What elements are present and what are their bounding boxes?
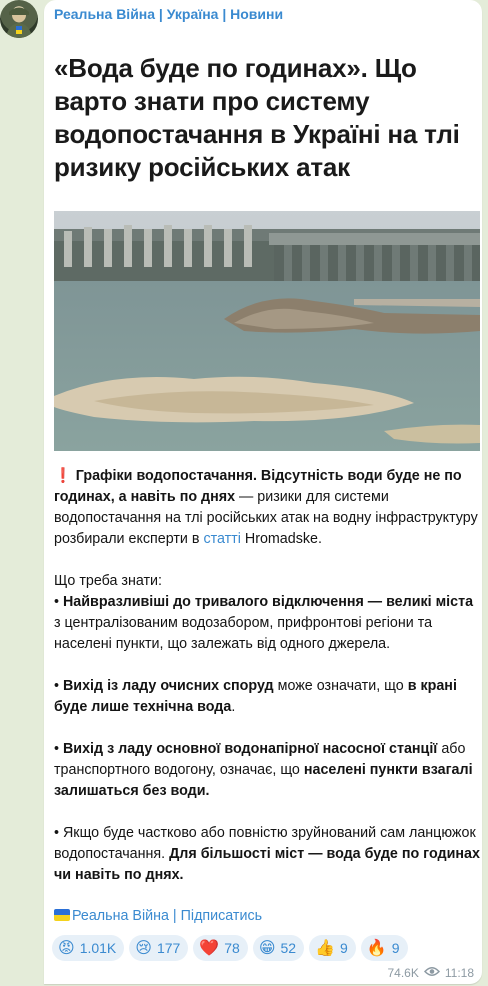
subscribe-link[interactable]: Реальна Війна | Підписатись xyxy=(72,908,262,924)
channel-avatar[interactable] xyxy=(0,0,38,38)
intro-paragraph: ❗️ Графіки водопостачання. Відсутність в… xyxy=(54,466,480,550)
bullet-marker: • xyxy=(54,594,63,610)
bullet-bold: Найвразливіші до тривалого відключення —… xyxy=(62,594,474,610)
bullet-bold: Вихід з ладу основної водонапірної насос… xyxy=(62,741,438,757)
bullet-text: . xyxy=(231,699,236,715)
thumbs-up-icon: 👍 xyxy=(315,938,336,957)
intro-source: Hromadske. xyxy=(240,531,322,547)
reaction-count: 52 xyxy=(280,940,297,956)
bullet-text: з централізованим водозабором, прифронто… xyxy=(54,615,433,652)
subscribe-link-row[interactable]: Реальна Війна | Підписатись xyxy=(54,908,262,924)
reaction-count: 78 xyxy=(224,940,240,956)
reactions-bar: 😡 1.01K 😢 177 ❤️ 78 😁 52 👍 9 🔥 9 xyxy=(52,935,408,961)
what-to-know-label: Що треба знати: xyxy=(54,573,162,589)
angry-face-icon: 😡 xyxy=(58,938,75,957)
headline: «Вода буде по годинах». Що варто знати п… xyxy=(54,53,460,182)
grinning-face-icon: 😁 xyxy=(258,938,276,957)
reaction-crying[interactable]: 😢 177 xyxy=(129,935,189,961)
message-bubble: Реальна Війна | Україна | Новини «Вода б… xyxy=(44,0,482,984)
reaction-thumbs-up[interactable]: 👍 9 xyxy=(309,935,356,961)
bullet-item: • Найвразливіші до тривалого відключення… xyxy=(54,592,480,655)
message-time: 11:18 xyxy=(444,966,474,980)
ukraine-flag-icon xyxy=(54,909,70,921)
views-count: 74.6K xyxy=(387,966,419,980)
exclamation-icon: ❗️ xyxy=(54,468,72,484)
bullet-item: • Вихід із ладу очисних споруд може озна… xyxy=(54,676,480,718)
post-photo[interactable] xyxy=(54,211,480,451)
bullet-item: • Якщо буде частково або повністю зруйно… xyxy=(54,823,480,886)
channel-name[interactable]: Реальна Війна | Україна | Новини xyxy=(54,6,283,22)
reaction-count: 1.01K xyxy=(79,940,117,956)
heart-icon: ❤️ xyxy=(199,938,220,957)
message-meta: 74.6K 11:18 xyxy=(388,966,475,980)
bullet-text: може означати, що xyxy=(273,678,408,694)
reaction-count: 9 xyxy=(340,940,348,956)
reaction-angry[interactable]: 😡 1.01K xyxy=(52,935,125,961)
reaction-heart[interactable]: ❤️ 78 xyxy=(193,935,248,961)
bullet-bold: Вихід із ладу очисних споруд xyxy=(62,678,274,694)
bullet-item: • Вихід з ладу основної водонапірної нас… xyxy=(54,739,480,802)
bullet-marker: • xyxy=(54,741,63,757)
bullet-marker: • xyxy=(54,678,63,694)
reaction-count: 177 xyxy=(156,940,181,956)
crying-face-icon: 😢 xyxy=(135,938,152,957)
article-link[interactable]: статті xyxy=(203,531,240,547)
reaction-grin[interactable]: 😁 52 xyxy=(252,935,305,961)
post-body: ❗️ Графіки водопостачання. Відсутність в… xyxy=(54,466,480,886)
reaction-fire[interactable]: 🔥 9 xyxy=(360,935,408,961)
reaction-count: 9 xyxy=(391,940,400,956)
bullet-marker: • xyxy=(54,825,63,841)
fire-icon: 🔥 xyxy=(366,938,387,957)
eye-icon xyxy=(423,966,440,980)
